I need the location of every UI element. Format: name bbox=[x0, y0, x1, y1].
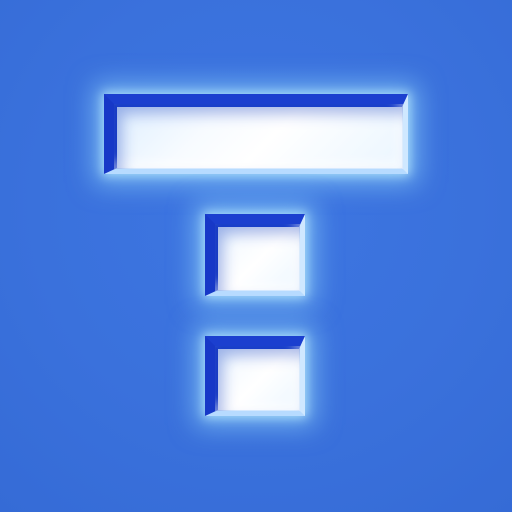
t-logo-bottom-square bbox=[205, 336, 305, 416]
t-logo-icon bbox=[0, 0, 512, 512]
t-logo-top-bar bbox=[104, 94, 408, 174]
t-logo-middle-square bbox=[205, 214, 305, 296]
